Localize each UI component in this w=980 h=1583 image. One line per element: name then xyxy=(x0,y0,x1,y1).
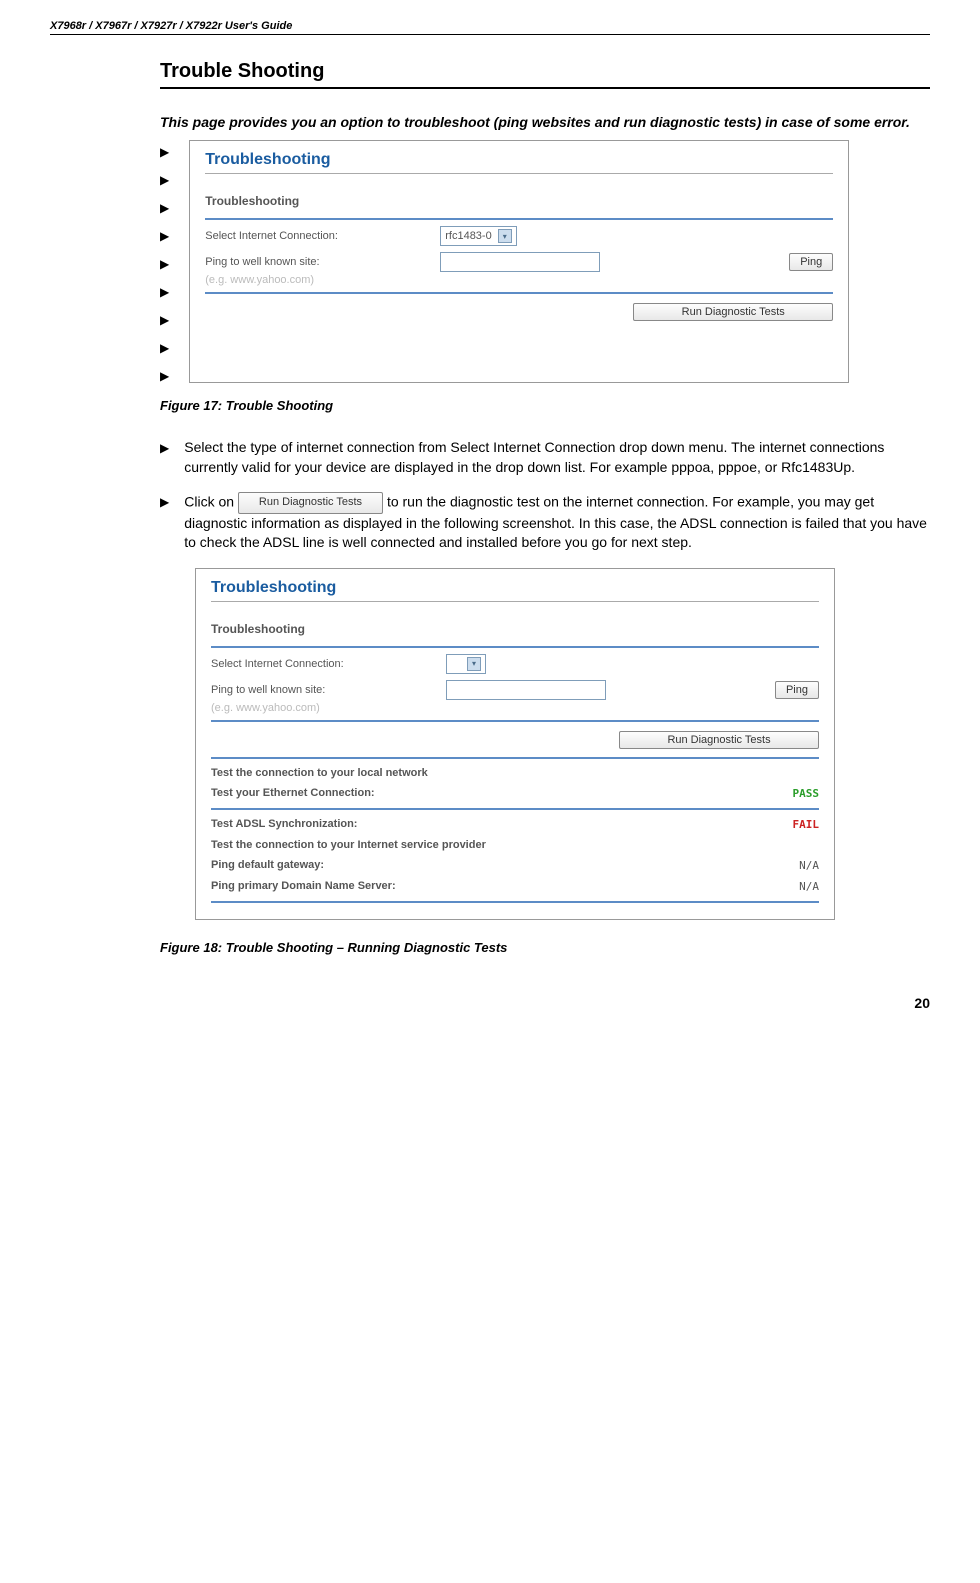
section-isp: Test the connection to your Internet ser… xyxy=(211,839,819,851)
arrow-icon: ▶ xyxy=(160,438,169,477)
run-diagnostic-button[interactable]: Run Diagnostic Tests xyxy=(619,731,819,749)
bullet-text-1: Select the type of internet connection f… xyxy=(184,438,930,477)
section-title: Trouble Shooting xyxy=(160,60,930,89)
run-diagnostic-button[interactable]: Run Diagnostic Tests xyxy=(633,303,833,321)
ping-label: Ping to well known site: xyxy=(205,256,425,268)
screenshot-troubleshooting-2: Troubleshooting Troubleshooting Select I… xyxy=(195,568,835,920)
ping-hint: (e.g. www.yahoo.com) xyxy=(205,274,833,286)
test-dns-label: Ping primary Domain Name Server: xyxy=(211,880,396,893)
divider xyxy=(211,808,819,810)
arrow-icon: ▶ xyxy=(160,145,169,159)
test-adsl-result: FAIL xyxy=(793,818,820,831)
ping-input[interactable] xyxy=(446,680,606,700)
instruction-list: ▶ Select the type of internet connection… xyxy=(160,438,930,553)
arrow-icon: ▶ xyxy=(160,492,169,553)
section-local-network: Test the connection to your local networ… xyxy=(211,767,819,779)
select-connection-dropdown[interactable]: rfc1483-0 ▾ xyxy=(440,226,516,246)
test-adsl-label: Test ADSL Synchronization: xyxy=(211,818,357,831)
select-value: rfc1483-0 xyxy=(445,230,491,242)
divider xyxy=(211,646,819,648)
panel-title: Troubleshooting xyxy=(211,579,819,602)
select-connection-dropdown[interactable]: ▾ xyxy=(446,654,486,674)
divider xyxy=(211,720,819,722)
select-connection-label: Select Internet Connection: xyxy=(205,230,425,242)
divider xyxy=(211,757,819,759)
test-ethernet-label: Test your Ethernet Connection: xyxy=(211,787,375,800)
panel-subtitle: Troubleshooting xyxy=(211,622,819,636)
arrow-icon: ▶ xyxy=(160,369,169,383)
chevron-down-icon: ▾ xyxy=(498,229,512,243)
test-ethernet-result: PASS xyxy=(793,787,820,800)
ping-button[interactable]: Ping xyxy=(775,681,819,699)
divider xyxy=(205,292,833,294)
test-gateway-result: N/A xyxy=(799,859,819,872)
figure17-area: ▶ ▶ ▶ ▶ ▶ ▶ ▶ ▶ ▶ Troubleshooting Troubl… xyxy=(50,140,930,383)
ping-label: Ping to well known site: xyxy=(211,684,431,696)
ping-button[interactable]: Ping xyxy=(789,253,833,271)
select-connection-label: Select Internet Connection: xyxy=(211,658,431,670)
intro-text: This page provides you an option to trou… xyxy=(160,114,930,130)
inline-run-diagnostic-button: Run Diagnostic Tests xyxy=(238,492,383,513)
page-number: 20 xyxy=(50,995,930,1011)
arrow-icon: ▶ xyxy=(160,257,169,271)
divider xyxy=(205,218,833,220)
arrow-icon: ▶ xyxy=(160,313,169,327)
arrow-icon: ▶ xyxy=(160,285,169,299)
test-dns-result: N/A xyxy=(799,880,819,893)
ping-input[interactable] xyxy=(440,252,600,272)
arrow-bullets: ▶ ▶ ▶ ▶ ▶ ▶ ▶ ▶ ▶ xyxy=(160,140,169,383)
panel-title: Troubleshooting xyxy=(205,151,833,174)
arrow-icon: ▶ xyxy=(160,229,169,243)
arrow-icon: ▶ xyxy=(160,173,169,187)
arrow-icon: ▶ xyxy=(160,341,169,355)
chevron-down-icon: ▾ xyxy=(467,657,481,671)
panel-subtitle: Troubleshooting xyxy=(205,194,833,208)
arrow-icon: ▶ xyxy=(160,201,169,215)
figure-17-caption: Figure 17: Trouble Shooting xyxy=(160,398,930,413)
divider xyxy=(211,901,819,903)
ping-hint: (e.g. www.yahoo.com) xyxy=(211,702,819,714)
bullet-text-2: Click on Run Diagnostic Tests to run the… xyxy=(184,492,930,553)
header-model-line: X7968r / X7967r / X7927r / X7922r User's… xyxy=(50,20,930,35)
screenshot-troubleshooting-1: Troubleshooting Troubleshooting Select I… xyxy=(189,140,849,383)
test-gateway-label: Ping default gateway: xyxy=(211,859,324,872)
figure-18-caption: Figure 18: Trouble Shooting – Running Di… xyxy=(160,940,930,955)
bullet2-pre: Click on xyxy=(184,494,238,510)
